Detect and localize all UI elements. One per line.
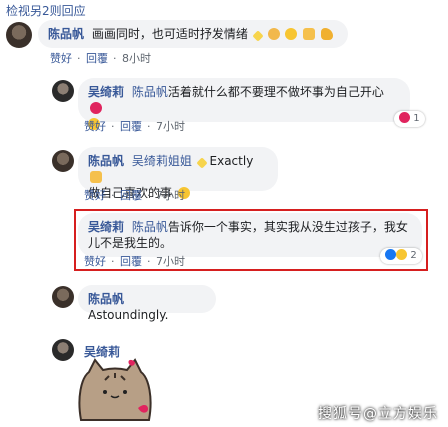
reply-button[interactable]: 回覆 [120,189,142,202]
reaction-count-badge[interactable]: 1 [394,111,425,127]
comment-actions: 赞好 · 回覆 · 8小时 [50,52,151,65]
view-more-replies-link[interactable]: 检视另2则回应 [6,2,86,19]
like-button[interactable]: 赞好 [84,189,106,202]
avatar[interactable] [52,150,74,172]
comment-text: Astoundingly. [88,308,169,322]
comment-bubble: 吴绮莉 陈品帆活着就什么都不要理不做坏事为自己开心 [78,78,410,130]
mention-link[interactable]: 陈品帆 [132,220,168,234]
clap-icon [267,28,280,40]
wow-reaction-icon [396,249,408,260]
comment-bubble: 陈品帆 画画同时，也可适时抒发情绪 [38,20,348,48]
thumbs-up-icon [303,28,316,40]
cat-sticker [78,358,152,421]
avatar[interactable] [52,286,74,308]
reply-button[interactable]: 回覆 [120,255,142,268]
comment-actions: 赞好 · 回覆 · 7小时 [84,189,185,202]
comment-text: 画画同时，也可适时抒发情绪 [91,27,248,41]
mention-link[interactable]: 吴绮莉姐姐 [132,154,192,168]
sparkles-icon [252,30,264,42]
comment-text: 活着就什么都不要理不做坏事为自己开心 [167,85,384,99]
timestamp[interactable]: 7小时 [156,120,185,133]
comment-actions: 赞好 · 回覆 · 7小时 [84,120,185,133]
comment-author[interactable]: 陈品帆 [88,154,124,168]
timestamp[interactable]: 7小时 [156,255,185,268]
like-button[interactable]: 赞好 [84,120,106,133]
comment-actions: 赞好 · 回覆 · 7小时 [84,255,185,268]
red-heart-icon [90,102,102,114]
reply-button[interactable]: 回覆 [86,52,108,65]
like-button[interactable]: 赞好 [50,52,72,65]
timestamp[interactable]: 8小时 [122,52,151,65]
avatar[interactable] [6,22,32,48]
like-reaction-icon [385,249,396,260]
watermark: 搜狐号@立方娱乐 [318,406,438,422]
heart-reaction-icon [399,112,410,123]
comment-bubble: 吴绮莉 陈品帆告诉你一个事实，其实我从没生过孩子，我女儿不是我生的。 [78,213,422,257]
avatar[interactable] [52,339,74,361]
sparkles-icon [196,157,208,169]
comment-author[interactable]: 吴绮莉 [88,220,124,234]
comment-bubble: 陈品帆 Astoundingly. [78,285,216,322]
reply-button[interactable]: 回覆 [120,120,142,133]
muscle-icon [321,28,333,40]
timestamp[interactable]: 7小时 [156,189,185,202]
comment-author[interactable]: 陈品帆 [88,292,124,306]
smile-icon [285,28,298,40]
like-button[interactable]: 赞好 [84,255,106,268]
comment-bubble: 陈品帆 吴绮莉姐姐 Exactly 做自己喜欢的事 [78,147,278,200]
comment-author[interactable]: 陈品帆 [48,27,84,41]
comment-author[interactable]: 吴绮莉 [88,85,124,99]
comment-text: Exactly [209,154,254,168]
thumbs-up-icon [90,171,102,183]
comment-author[interactable]: 吴绮莉 [84,345,120,359]
mention-link[interactable]: 陈品帆 [132,85,168,99]
avatar[interactable] [52,80,74,102]
reaction-count-badge[interactable]: 2 [380,248,422,264]
